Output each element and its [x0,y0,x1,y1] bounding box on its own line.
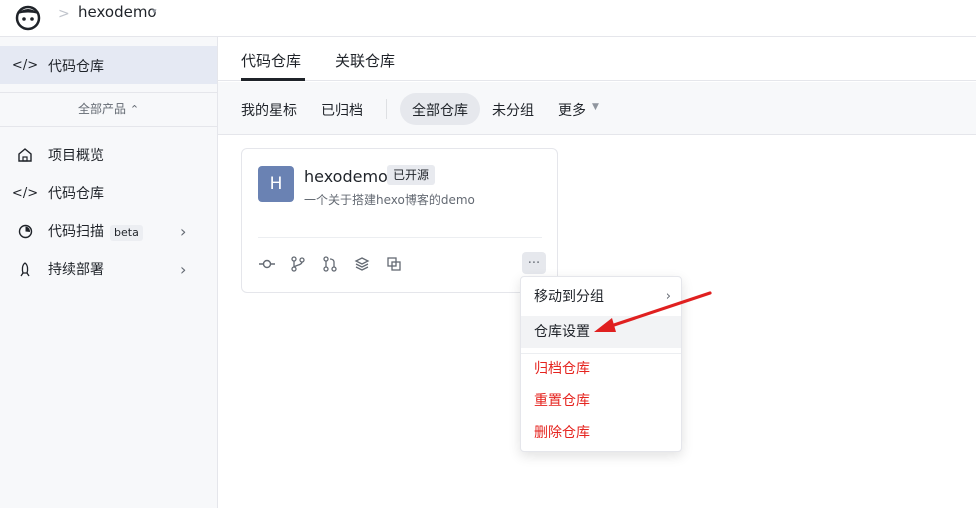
sidebar-item-code-scan[interactable]: 代码扫描 beta › [0,212,217,250]
sidebar-item-active-repo[interactable]: </> 代码仓库 [0,46,217,84]
commit-icon[interactable] [259,256,275,272]
sidebar-item-label: 持续部署 [48,262,104,278]
rocket-icon [16,260,34,278]
repo-description: 一个关于搭建hexo博客的demo [304,193,475,207]
filter-archived[interactable]: 已归档 [321,100,363,120]
menu-item-archive[interactable]: 归档仓库 [521,353,681,385]
all-products-toggle[interactable]: 全部产品 ⌃ [0,100,217,117]
sidebar-item-label: 项目概览 [48,148,104,164]
menu-item-label: 仓库设置 [534,324,590,340]
filter-ungrouped[interactable]: 未分组 [492,100,534,120]
home-icon [16,146,34,164]
sidebar-item-code-repo[interactable]: </> 代码仓库 [0,174,217,212]
beta-badge: beta [110,225,143,241]
open-source-badge: 已开源 [387,165,436,185]
filter-all[interactable]: 全部仓库 [412,100,468,120]
chevron-up-icon: ⌃ [129,103,140,116]
all-products-label: 全部产品 [77,102,126,116]
divider [386,99,387,119]
sidebar-item-overview[interactable]: 项目概览 [0,136,217,174]
divider [0,126,217,127]
annotation-arrow-icon [594,291,712,332]
top-bar: > hexodemo ▾ [0,0,976,37]
logo-icon[interactable] [12,2,44,32]
tab-linked-repo[interactable]: 关联仓库 [335,50,395,71]
chevron-right-icon: › [180,221,187,241]
menu-item-delete[interactable]: 删除仓库 [521,417,681,449]
sidebar-item-deploy[interactable]: 持续部署 › [0,250,217,288]
chevron-down-icon[interactable]: ▼ [592,102,599,112]
sidebar-item-text: 代码扫描 [48,224,104,240]
repo-card[interactable]: H hexodemo 已开源 一个关于搭建hexo博客的demo ··· [241,148,558,293]
repo-name[interactable]: hexodemo [304,167,388,186]
project-name[interactable]: hexodemo [78,3,157,21]
divider [258,237,542,238]
code-icon: </> [11,57,39,73]
merge-request-icon[interactable] [322,256,338,272]
repo-avatar: H [258,166,294,202]
divider [0,92,217,93]
code-icon: </> [11,185,39,201]
sidebar: </> 代码仓库 全部产品 ⌃ 项目概览 </> 代码仓库 代码扫描 beta ›… [0,37,218,508]
scan-icon [16,222,34,240]
menu-item-reset[interactable]: 重置仓库 [521,385,681,417]
breadcrumb-separator: > [58,6,70,22]
more-options-button[interactable]: ··· [522,252,546,274]
sidebar-item-label: 代码仓库 [48,59,104,75]
tab-bar: 代码仓库 关联仓库 [218,37,976,81]
chevron-down-icon[interactable]: ▾ [152,7,157,17]
branch-icon[interactable] [290,256,306,272]
sidebar-item-label: 代码仓库 [48,186,104,202]
filter-bar: 我的星标 已归档 全部仓库 未分组 更多 ▼ [218,82,976,135]
filter-more[interactable]: 更多 [558,100,586,120]
layers-icon[interactable] [354,256,370,272]
copy-icon[interactable] [386,256,402,272]
tab-active-indicator [241,78,305,81]
filter-starred[interactable]: 我的星标 [241,100,297,120]
sidebar-item-label: 代码扫描 beta [48,221,143,241]
chevron-right-icon: › [180,259,187,279]
tab-code-repo[interactable]: 代码仓库 [241,50,301,71]
